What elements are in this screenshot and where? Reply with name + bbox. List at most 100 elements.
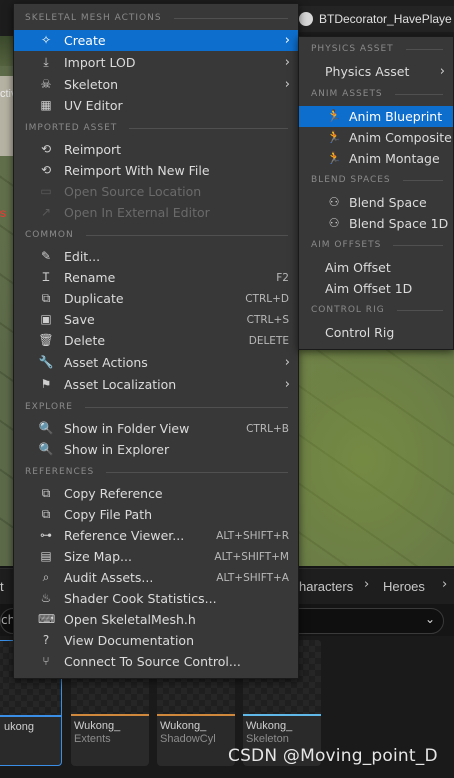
menu-item-label: Create — [64, 33, 106, 48]
menu-item-label: Reimport With New File — [64, 163, 210, 178]
menu-item-anim-composite[interactable]: 🏃 Anim Composite — [299, 127, 453, 148]
blend-icon: ⚇ — [328, 195, 340, 209]
menu-item-show-in-folder-view[interactable]: 🔍 Show in Folder View CTRL+B — [14, 418, 298, 439]
section-header-control-rig: CONTROL RIG — [299, 300, 453, 320]
source-control-icon: ⑂ — [42, 654, 50, 668]
menu-item-label: Copy Reference — [64, 486, 163, 501]
pencil-icon: ✎ — [40, 249, 52, 263]
menu-item-import-lod[interactable]: ⤓ Import LOD › — [14, 52, 298, 73]
menu-item-blend-space[interactable]: ⚇ Blend Space — [299, 192, 453, 213]
breadcrumb-item[interactable]: Heroes — [383, 579, 425, 594]
size-map-icon: ▤ — [40, 549, 52, 563]
menu-item-blend-space-1d[interactable]: ⚇ Blend Space 1D — [299, 213, 453, 234]
create-submenu: PHYSICS ASSET Physics Asset › ANIM ASSETS… — [298, 36, 454, 350]
breadcrumb-separator-icon: › — [442, 577, 448, 592]
unreal-logo-icon — [299, 12, 313, 26]
menu-item-reimport[interactable]: ⟲ Reimport — [14, 139, 298, 160]
document-tab-title: BTDecorator_HavePlaye — [319, 12, 452, 26]
menu-item-label: Save — [64, 312, 95, 327]
menu-item-asset-actions[interactable]: 🔧 Asset Actions › — [14, 352, 298, 373]
folder-search-icon: 🔍 — [38, 421, 54, 435]
anim-icon: 🏃 — [326, 130, 342, 144]
menu-item-shortcut: CTRL+B — [246, 422, 289, 435]
breadcrumb-item[interactable]: haracters — [299, 579, 353, 594]
menu-item-label: Anim Composite — [349, 130, 452, 145]
flag-icon: ⚑ — [40, 377, 52, 391]
section-header-anim-assets: ANIM ASSETS — [299, 84, 453, 104]
menu-item-connect-to-source-control[interactable]: ⑂ Connect To Source Control... — [14, 651, 298, 672]
menu-item-shortcut: ALT+SHIFT+A — [216, 571, 289, 584]
watermark: CSDN @Moving_point_D — [228, 746, 438, 766]
chevron-down-icon[interactable]: ⌄ — [425, 612, 435, 626]
chevron-right-icon: › — [284, 377, 290, 392]
wrench-icon: 🔧 — [38, 355, 54, 369]
section-header-imported-asset: IMPORTED ASSET — [14, 118, 298, 138]
section-header-label: EXPLORE — [25, 402, 73, 412]
folder-icon: ▭ — [40, 184, 52, 198]
section-divider — [396, 309, 443, 311]
menu-item-create[interactable]: ✧ Create › — [14, 30, 298, 51]
menu-item-label: Open In External Editor — [64, 205, 210, 220]
menu-item-save[interactable]: ▣ Save CTRL+S — [14, 309, 298, 330]
menu-item-label: Shader Cook Statistics... — [64, 591, 217, 606]
breadcrumb-separator-icon: › — [364, 577, 370, 592]
section-header-label: BLEND SPACES — [311, 175, 391, 185]
menu-item-skeleton[interactable]: ☠ Skeleton › — [14, 74, 298, 95]
asset-name: Wukong_ — [74, 720, 121, 732]
menu-item-show-in-explorer[interactable]: 🔍 Show in Explorer — [14, 439, 298, 460]
menu-item-label: Show in Explorer — [64, 442, 170, 457]
menu-item-label: Open Source Location — [64, 184, 202, 199]
section-header-label: CONTROL RIG — [311, 305, 385, 315]
section-header-physics-asset: PHYSICS ASSET — [299, 39, 453, 59]
menu-item-aim-offset-1d[interactable]: Aim Offset 1D — [299, 278, 453, 299]
menu-item-duplicate[interactable]: ⧉ Duplicate CTRL+D — [14, 288, 298, 309]
menu-item-anim-montage[interactable]: 🏃 Anim Montage — [299, 148, 453, 169]
section-divider — [106, 471, 288, 473]
menu-item-audit-assets[interactable]: ⌕ Audit Assets... ALT+SHIFT+A — [14, 567, 298, 588]
section-header-skeletal-mesh-actions: SKELETAL MESH ACTIONS — [14, 8, 298, 28]
menu-item-view-documentation[interactable]: ? View Documentation — [14, 630, 298, 651]
asset-name: Wukong_ — [246, 720, 293, 732]
menu-item-size-map[interactable]: ▤ Size Map... ALT+SHIFT+M — [14, 546, 298, 567]
duplicate-icon: ⧉ — [41, 291, 51, 305]
menu-item-asset-localization[interactable]: ⚑ Asset Localization › — [14, 374, 298, 395]
menu-item-control-rig[interactable]: Control Rig — [299, 322, 453, 343]
menu-item-edit[interactable]: ✎ Edit... — [14, 246, 298, 267]
trash-icon: 🗑 — [38, 333, 54, 347]
copy-icon: ⧉ — [41, 507, 51, 521]
menu-item-shortcut: ALT+SHIFT+M — [214, 550, 289, 563]
menu-item-label: Show in Folder View — [64, 421, 190, 436]
menu-item-copy-reference[interactable]: ⧉ Copy Reference — [14, 483, 298, 504]
reimport-icon: ⟲ — [40, 142, 52, 156]
menu-item-label: UV Editor — [64, 98, 123, 113]
menu-item-label: Open SkeletalMesh.h — [64, 612, 196, 627]
menu-item-label: Size Map... — [64, 549, 132, 564]
menu-item-delete[interactable]: 🗑 Delete DELETE — [14, 330, 298, 351]
menu-item-aim-offset[interactable]: Aim Offset — [299, 257, 453, 278]
menu-item-label: Skeleton — [64, 77, 119, 92]
section-header-blend-spaces: BLEND SPACES — [299, 170, 453, 190]
external-icon: ↗ — [40, 205, 52, 219]
menu-item-copy-file-path[interactable]: ⧉ Copy File Path — [14, 504, 298, 525]
menu-item-reimport-with-new-file[interactable]: ⟲ Reimport With New File — [14, 160, 298, 181]
reimport-icon: ⟲ — [40, 163, 52, 177]
menu-item-shader-cook-statistics[interactable]: ♨ Shader Cook Statistics... — [14, 588, 298, 609]
section-header-label: SKELETAL MESH ACTIONS — [25, 13, 162, 23]
asset-name-suffix: Skeleton — [246, 733, 289, 745]
section-header-explore: EXPLORE — [14, 397, 298, 417]
menu-item-shortcut: ALT+SHIFT+R — [216, 529, 289, 542]
section-divider — [173, 17, 288, 19]
menu-item-anim-blueprint[interactable]: 🏃 Anim Blueprint — [299, 106, 453, 127]
section-header-label: AIM OFFSETS — [311, 240, 382, 250]
menu-item-physics-asset[interactable]: Physics Asset › — [299, 61, 453, 82]
document-tab[interactable]: BTDecorator_HavePlaye — [297, 6, 454, 32]
chevron-right-icon: › — [284, 33, 290, 48]
menu-item-open-skeletalmesh-h[interactable]: ⌨ Open SkeletalMesh.h — [14, 609, 298, 630]
menu-item-label: Anim Blueprint — [349, 109, 443, 124]
menu-item-label: Control Rig — [325, 325, 395, 340]
viewport-debug-text: s — [0, 206, 6, 220]
menu-item-rename[interactable]: Ɪ Rename F2 — [14, 267, 298, 288]
menu-item-reference-viewer[interactable]: ⊶ Reference Viewer... ALT+SHIFT+R — [14, 525, 298, 546]
menu-item-uv-editor[interactable]: ▦ UV Editor — [14, 95, 298, 116]
breadcrumb-item[interactable]: t — [0, 579, 4, 594]
